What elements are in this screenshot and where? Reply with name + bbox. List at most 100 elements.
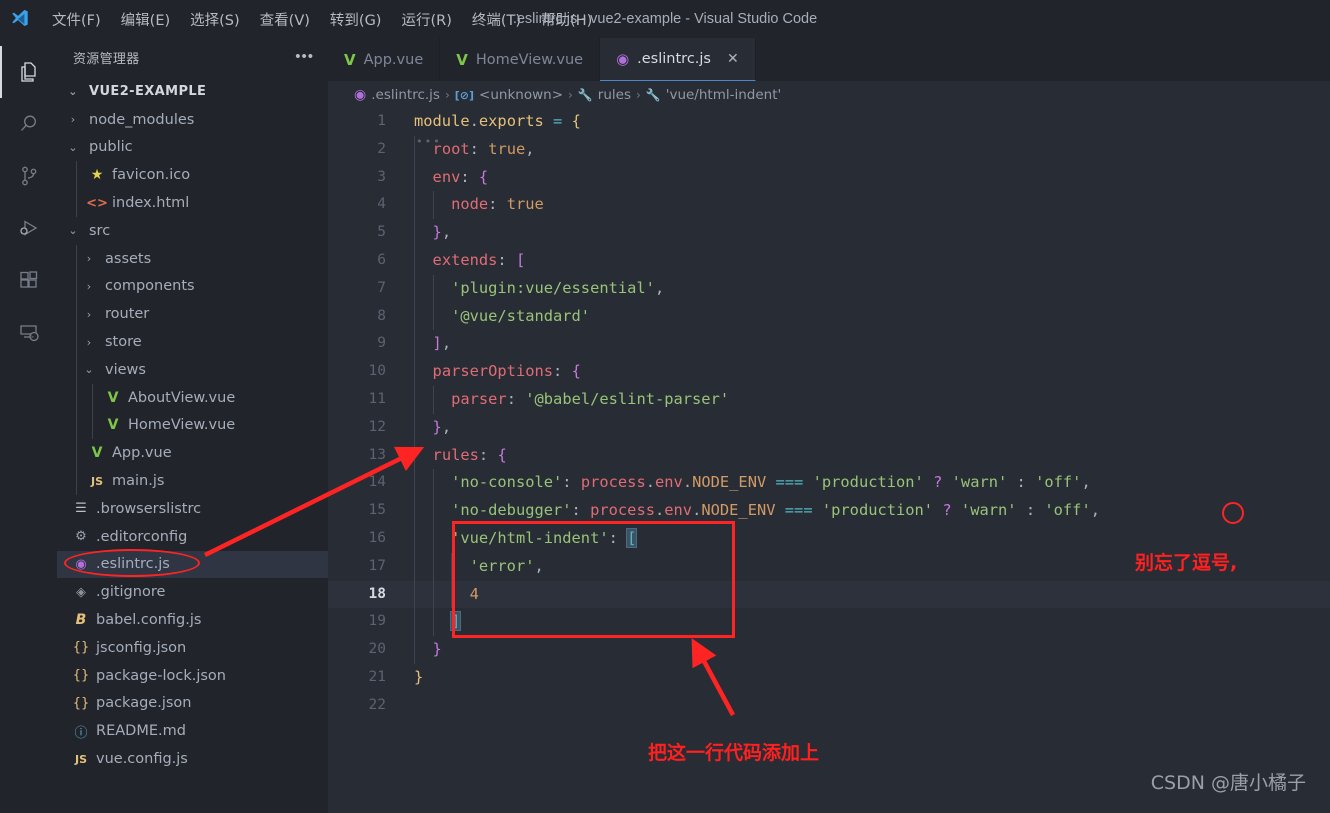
- vue-file-icon: V: [107, 389, 119, 406]
- tree-file-favicon.ico[interactable]: ★ favicon.ico: [57, 161, 328, 190]
- code-line-14[interactable]: 14 'no-console': process.env.NODE_ENV ==…: [328, 469, 1330, 498]
- tree-item-label: assets: [105, 250, 152, 267]
- explorer-sidebar: 资源管理器 ••• ⌄ VUE2-EXAMPLE › node_modules ⌄ pub…: [57, 38, 328, 813]
- code-line-9[interactable]: 9 ],: [328, 330, 1330, 359]
- wrench-icon: 🔧: [577, 87, 593, 102]
- extensions-icon[interactable]: [0, 254, 57, 306]
- code-line-18[interactable]: 18 4: [328, 580, 1330, 609]
- code-line-5[interactable]: 5 },: [328, 219, 1330, 247]
- tree-folder-router[interactable]: › router: [57, 300, 328, 329]
- files-explorer-icon[interactable]: [0, 46, 57, 98]
- tree-folder-src[interactable]: ⌄ src: [57, 217, 328, 245]
- tree-root-folder[interactable]: ⌄ VUE2-EXAMPLE: [57, 78, 328, 106]
- chevron-down-icon[interactable]: ⌄: [65, 141, 81, 154]
- code-line-3[interactable]: 3 env: {: [328, 163, 1330, 192]
- code-line-7[interactable]: 7 'plugin:vue/essential',: [328, 274, 1330, 303]
- tree-file-AboutView.vue[interactable]: V AboutView.vue: [57, 383, 328, 412]
- close-icon[interactable]: ✕: [727, 51, 739, 67]
- tree-folder-store[interactable]: › store: [57, 328, 328, 356]
- code-line-12[interactable]: 12 },: [328, 413, 1330, 442]
- list-file-icon: ☰: [75, 501, 87, 517]
- chevron-down-icon[interactable]: ⌄: [81, 363, 97, 376]
- code-line-4[interactable]: 4 node: true: [328, 191, 1330, 220]
- vue-file-icon: V: [456, 50, 468, 69]
- tree-file-App.vue[interactable]: V App.vue: [57, 439, 328, 468]
- breadcrumb-item-1[interactable]: [⊘] <unknown>: [455, 87, 563, 103]
- tree-folder-node_modules[interactable]: › node_modules: [57, 106, 328, 134]
- tree-folder-components[interactable]: › components: [57, 272, 328, 301]
- ellipsis-icon[interactable]: •••: [295, 49, 314, 64]
- menu-run[interactable]: 运行(R): [391, 5, 461, 34]
- code-line-16[interactable]: 16 'vue/html-indent': [: [328, 524, 1330, 553]
- chevron-down-icon[interactable]: ⌄: [65, 85, 81, 98]
- menu-bar[interactable]: 文件(F) 编辑(E) 选择(S) 查看(V) 转到(G) 运行(R) 终端(T…: [42, 5, 602, 34]
- tree-item-label: favicon.ico: [112, 167, 191, 184]
- chevron-right-icon[interactable]: ›: [81, 308, 97, 321]
- code-text: ],: [432, 334, 452, 353]
- breadcrumb-item-2[interactable]: 🔧 rules: [578, 87, 631, 103]
- code-line-8[interactable]: 8 '@vue/standard': [328, 302, 1330, 331]
- tree-file-index.html[interactable]: <> index.html: [57, 189, 328, 217]
- breadcrumb[interactable]: ◉ .eslintrc.js › [⊘] <unknown> › 🔧 rules › 🔧 'vue/…: [328, 81, 1330, 108]
- code-line-1[interactable]: 1 module.exports = {: [328, 108, 1330, 136]
- code-line-21[interactable]: 21}: [328, 664, 1330, 692]
- tree-file-package.json[interactable]: {} package.json: [57, 690, 328, 718]
- menu-go[interactable]: 转到(G): [320, 5, 392, 34]
- source-control-icon[interactable]: [0, 150, 57, 202]
- code-line-22[interactable]: 22: [328, 692, 1330, 720]
- code-line-6[interactable]: 6 extends: [: [328, 246, 1330, 275]
- menu-terminal[interactable]: 终端(T): [462, 5, 531, 34]
- menu-selection[interactable]: 选择(S): [180, 5, 250, 34]
- search-icon[interactable]: [0, 98, 57, 150]
- code-line-15[interactable]: 15 'no-debugger': process.env.NODE_ENV =…: [328, 497, 1330, 525]
- tree-file-jsconfig.json[interactable]: {} jsconfig.json: [57, 634, 328, 662]
- code-line-2[interactable]: 2 root: true,: [328, 135, 1330, 164]
- tree-folder-views[interactable]: ⌄ views: [57, 355, 328, 384]
- tree-file-HomeView.vue[interactable]: V HomeView.vue: [57, 411, 328, 440]
- menu-edit[interactable]: 编辑(E): [111, 5, 180, 34]
- star-file-icon: ★: [90, 167, 104, 184]
- vscode-logo-icon: [0, 0, 38, 38]
- code-line-11[interactable]: 11 parser: '@babel/eslint-parser': [328, 385, 1330, 414]
- code-editor[interactable]: 1 module.exports = {2 root: true, 3 env: {…: [328, 108, 1330, 813]
- chevron-right-icon[interactable]: ›: [81, 336, 97, 349]
- breadcrumb-item-0[interactable]: ◉ .eslintrc.js: [354, 87, 440, 103]
- tree-file-.browserslistrc[interactable]: ☰ .browserslistrc: [57, 495, 328, 523]
- editor-tabs[interactable]: V App.vue V HomeView.vue ◉ .eslintrc.js ✕: [328, 38, 1330, 81]
- code-line-20[interactable]: 20 }: [328, 636, 1330, 664]
- tree-folder-assets[interactable]: › assets: [57, 244, 328, 273]
- run-and-debug-icon[interactable]: [0, 202, 57, 254]
- code-line-17[interactable]: 17 'error',: [328, 552, 1330, 581]
- remote-explorer-icon[interactable]: >_: [0, 306, 57, 358]
- tree-file-.editorconfig[interactable]: ⚙ .editorconfig: [57, 523, 328, 551]
- csdn-watermark: CSDN @唐小橘子: [1150, 772, 1306, 794]
- tree-file-.eslintrc.js[interactable]: ◉ .eslintrc.js: [57, 550, 328, 579]
- breadcrumb-item-3[interactable]: 🔧 'vue/html-indent': [646, 87, 781, 103]
- tree-file-vue.config.js[interactable]: JS vue.config.js: [57, 745, 328, 773]
- tree-file-README.md[interactable]: ⓘ README.md: [57, 717, 328, 745]
- chevron-right-icon[interactable]: ›: [65, 113, 81, 126]
- tree-file-.gitignore[interactable]: ◈ .gitignore: [57, 578, 328, 606]
- tree-folder-public[interactable]: ⌄ public: [57, 134, 328, 162]
- breadcrumb-separator: ›: [444, 87, 450, 102]
- line-number: 3: [377, 168, 386, 185]
- tree-file-package-lock.json[interactable]: {} package-lock.json: [57, 662, 328, 690]
- chevron-down-icon[interactable]: ⌄: [65, 224, 81, 237]
- file-tree[interactable]: ⌄ VUE2-EXAMPLE › node_modules ⌄ public ★ favico…: [57, 76, 328, 773]
- tree-file-babel.config.js[interactable]: Bbabel.config.js: [57, 606, 328, 634]
- chevron-right-icon[interactable]: ›: [81, 252, 97, 265]
- tab-HomeView.vue[interactable]: V HomeView.vue: [440, 38, 601, 81]
- code-line-13[interactable]: 13 rules: {: [328, 441, 1330, 470]
- code-line-10[interactable]: 10 parserOptions: {: [328, 358, 1330, 386]
- chevron-right-icon[interactable]: ›: [81, 280, 97, 293]
- tab-App.vue[interactable]: V App.vue: [328, 38, 441, 81]
- code-line-19[interactable]: 19 ]: [328, 608, 1330, 637]
- code-text: env: {: [432, 167, 489, 186]
- tab-.eslintrc.js[interactable]: ◉ .eslintrc.js ✕: [600, 38, 756, 81]
- menu-file[interactable]: 文件(F): [42, 5, 111, 34]
- menu-view[interactable]: 查看(V): [250, 5, 320, 34]
- menu-help[interactable]: 帮助(H): [531, 5, 602, 34]
- line-number: 17: [368, 557, 386, 574]
- tree-file-main.js[interactable]: JS main.js: [57, 467, 328, 495]
- vue-file-icon: V: [107, 417, 119, 434]
